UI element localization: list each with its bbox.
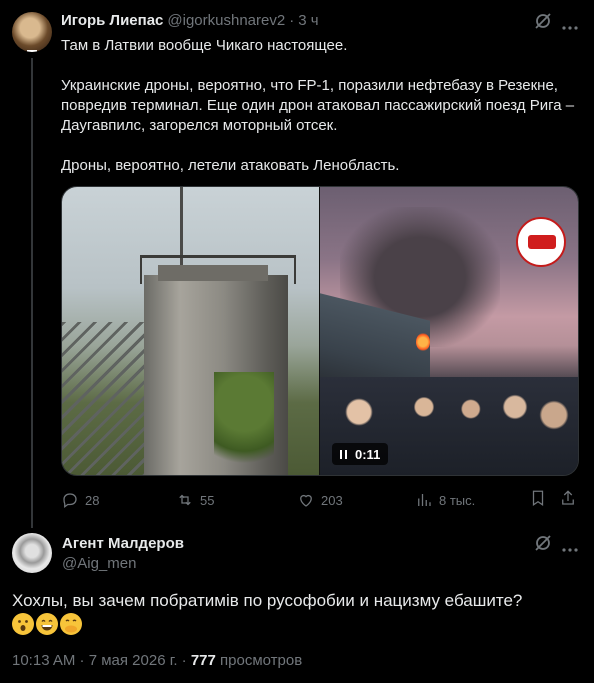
author-name[interactable]: Игорь Лиепас [61, 12, 163, 29]
reply-button[interactable]: 28 [61, 491, 99, 509]
hand-over-mouth-face-icon [60, 613, 82, 635]
reply-timestamp[interactable]: 10:13 AM · 7 мая 2026 г. · [12, 652, 191, 669]
more-dots-icon[interactable] [561, 540, 579, 558]
reply-author-name[interactable]: Агент Малдеров [62, 535, 184, 552]
author-handle[interactable]: @igorkushnarev2 [167, 12, 285, 29]
tweet-actions: 28 55 203 8 тыс. [61, 489, 579, 512]
dot-separator: · [289, 12, 295, 29]
grinning-face-icon [36, 613, 58, 635]
russia-flag-icon [27, 50, 37, 52]
heart-icon [300, 494, 312, 507]
repost-icon [179, 494, 191, 506]
views-chart-icon [418, 494, 431, 506]
views-count: 8 тыс. [439, 492, 476, 508]
reply-author-avatar[interactable] [12, 533, 52, 573]
tweet-header: Игорь Лиепас @igorkushnarev2 · 3 ч [61, 12, 319, 29]
repost-button[interactable]: 55 [176, 491, 214, 509]
tweet-text-p3: Дроны, вероятно, летели атаковать Ленобл… [61, 157, 400, 174]
channel-logo [516, 217, 566, 267]
video-duration: 0:11 [355, 446, 381, 462]
share-icon [562, 489, 574, 505]
pause-icon [340, 449, 347, 459]
reply-author-handle[interactable]: @Aig_men [62, 555, 136, 572]
tweet-media[interactable]: 0:11 [61, 186, 579, 476]
grok-icon[interactable] [533, 11, 553, 36]
reply-count: 28 [85, 492, 100, 508]
bookmark-icon [532, 490, 544, 506]
more-dots-icon[interactable] [561, 18, 579, 36]
reply-text: Хохлы, вы зачем побратимів по русофобии … [12, 591, 523, 610]
grok-icon[interactable] [533, 533, 553, 558]
thread-line [31, 58, 33, 528]
repost-count: 55 [200, 492, 215, 508]
video-duration-badge: 0:11 [332, 443, 389, 465]
reply-view-count: 777 [190, 652, 216, 669]
tweet-text-p2: Украинские дроны, вероятно, что FP-1, по… [61, 77, 575, 134]
reply-footer: 10:13 AM · 7 мая 2026 г. · 777 просмотро… [12, 652, 302, 669]
reply-icon [63, 493, 77, 509]
oil-tank-photo[interactable] [62, 187, 319, 475]
astonished-face-icon [12, 613, 34, 635]
like-button[interactable]: 203 [297, 491, 343, 509]
author-avatar[interactable] [12, 12, 52, 52]
tweet-time[interactable]: 3 ч [298, 12, 318, 29]
tweet-text-p1: Там в Латвии вообще Чикаго настоящее. [61, 37, 348, 54]
reply-emojis [12, 613, 82, 635]
share-button[interactable] [559, 489, 577, 512]
bookmark-button[interactable] [529, 489, 547, 512]
views-button[interactable]: 8 тыс. [415, 491, 475, 509]
train-video-thumbnail[interactable]: 0:11 [320, 187, 578, 475]
reply-views-label: просмотров [215, 652, 303, 669]
like-count: 203 [321, 492, 343, 508]
